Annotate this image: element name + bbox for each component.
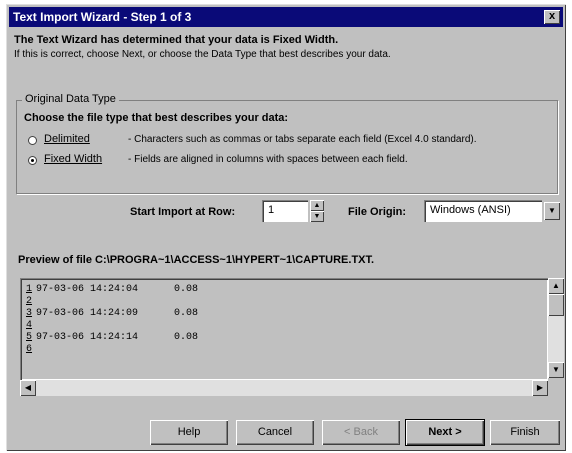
scroll-down-icon[interactable]: ▼: [548, 362, 564, 378]
intro-heading: The Text Wizard has determined that your…: [14, 34, 339, 46]
row-text: 97-03-06 14:24:09 0.08: [36, 308, 199, 319]
intro-subtext: If this is correct, choose Next, or choo…: [14, 49, 391, 60]
delimited-radio[interactable]: [28, 136, 37, 145]
preview-row: 6: [26, 344, 36, 356]
close-icon[interactable]: x: [544, 10, 560, 24]
preview-row: 1 97-03-06 14:24:04 0.08: [26, 284, 198, 296]
back-button[interactable]: < Back: [322, 420, 400, 445]
row-number: 1: [26, 284, 33, 295]
start-row-field[interactable]: [262, 200, 308, 222]
start-row-input[interactable]: [268, 204, 304, 216]
preview-label: Preview of file C:\PROGRA~1\ACCESS~1\HYP…: [18, 254, 375, 266]
chevron-down-icon[interactable]: ▼: [544, 202, 560, 220]
row-number: 6: [26, 344, 33, 355]
row-number: 5: [26, 332, 33, 343]
fixed-width-radio[interactable]: [28, 156, 37, 165]
scroll-left-icon[interactable]: ◀: [20, 380, 36, 396]
title-bar[interactable]: Text Import Wizard - Step 1 of 3 x: [9, 7, 563, 27]
finish-button[interactable]: Finish: [490, 420, 560, 445]
row-text: 97-03-06 14:24:04 0.08: [36, 284, 199, 295]
preview-row: 4: [26, 320, 36, 332]
preview-pane[interactable]: 1 97-03-06 14:24:04 0.08 2 3 97-03-06 14:2…: [20, 278, 548, 380]
scroll-up-icon[interactable]: ▲: [548, 278, 564, 294]
delimited-description: - Characters such as commas or tabs sepa…: [128, 134, 477, 145]
help-button[interactable]: Help: [150, 420, 228, 445]
file-origin-label: File Origin:: [348, 206, 407, 218]
preview-row: 2: [26, 296, 36, 308]
spin-up-icon[interactable]: ▲: [310, 200, 324, 211]
file-origin-select[interactable]: Windows (ANSI): [424, 200, 542, 222]
cancel-button[interactable]: Cancel: [236, 420, 314, 445]
row-number: 4: [26, 320, 33, 331]
start-row-spinner[interactable]: ▲ ▼: [310, 200, 324, 222]
next-button[interactable]: Next >: [406, 420, 484, 445]
file-type-prompt: Choose the file type that best describes…: [24, 112, 289, 124]
fixed-width-description: - Fields are aligned in columns with spa…: [128, 154, 408, 165]
preview-row: 5 97-03-06 14:24:14 0.08: [26, 332, 198, 344]
original-data-type-label: Original Data Type: [22, 93, 119, 105]
fixed-width-label[interactable]: Fixed Width: [44, 153, 102, 165]
text-import-wizard-window: Text Import Wizard - Step 1 of 3 x The T…: [6, 4, 566, 451]
preview-row: 3 97-03-06 14:24:09 0.08: [26, 308, 198, 320]
file-origin-value: Windows (ANSI): [430, 204, 511, 216]
scroll-right-icon[interactable]: ▶: [532, 380, 548, 396]
row-number: 3: [26, 308, 33, 319]
horizontal-scrollbar[interactable]: ◀ ▶: [20, 380, 548, 396]
window-title: Text Import Wizard - Step 1 of 3: [13, 10, 192, 24]
vertical-scroll-thumb[interactable]: [548, 294, 564, 316]
delimited-label[interactable]: Delimited: [44, 133, 90, 145]
row-text: 97-03-06 14:24:14 0.08: [36, 332, 199, 343]
start-import-label: Start Import at Row:: [130, 206, 236, 218]
row-number: 2: [26, 296, 33, 307]
vertical-scrollbar[interactable]: ▲ ▼: [548, 278, 564, 378]
spin-down-icon[interactable]: ▼: [310, 211, 324, 222]
